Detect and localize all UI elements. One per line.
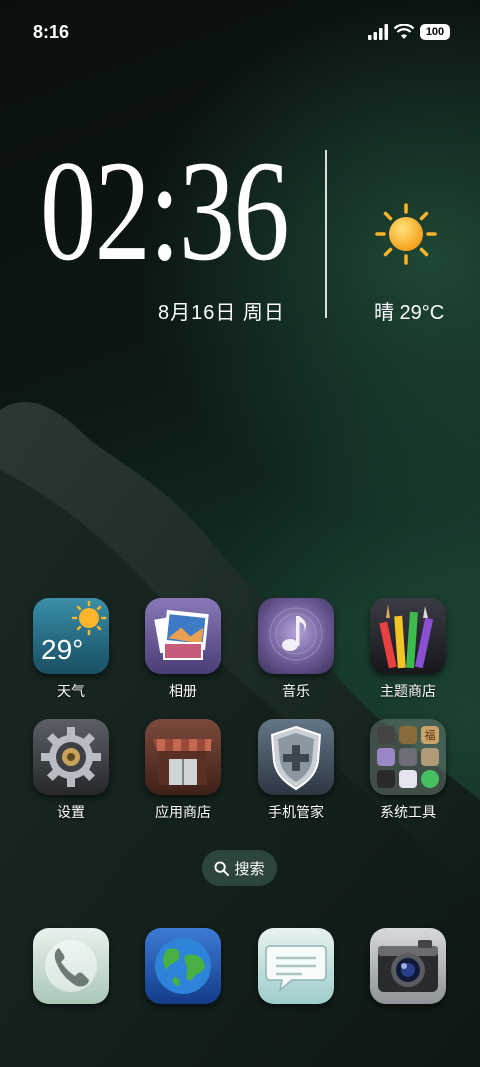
mini-app-icon <box>421 770 439 788</box>
app-app-store[interactable]: 应用商店 <box>127 719 239 822</box>
app-phone-manager[interactable]: 手机管家 <box>240 719 352 822</box>
mini-app-icon <box>377 726 395 744</box>
app-system-tools-folder[interactable]: 福 系统工具 <box>352 719 464 822</box>
search-label: 搜索 <box>234 859 265 878</box>
app-store-icon <box>145 719 221 795</box>
dock-phone[interactable] <box>15 928 127 1004</box>
mini-app-icon: 福 <box>421 726 439 744</box>
status-bar: 8:16 100 <box>0 0 480 68</box>
app-weather[interactable]: 29° 天气 <box>15 598 127 701</box>
widget-date: 8月16日 周日 <box>158 302 285 324</box>
signal-icon <box>368 24 388 40</box>
app-label: 系统工具 <box>380 805 436 821</box>
weather-icon: 29° <box>33 598 109 674</box>
messages-icon <box>258 928 334 1004</box>
sun-icon <box>375 203 437 265</box>
camera-icon <box>370 928 446 1004</box>
dock-camera[interactable] <box>352 928 464 1004</box>
app-theme-store[interactable]: 主题商店 <box>352 598 464 701</box>
mini-app-icon <box>399 726 417 744</box>
mini-app-icon <box>399 770 417 788</box>
widget-divider <box>325 150 327 318</box>
app-label: 设置 <box>57 805 85 821</box>
phone-icon <box>33 928 109 1004</box>
status-icons: 100 <box>368 24 450 40</box>
app-music[interactable]: 音乐 <box>240 598 352 701</box>
app-label: 音乐 <box>282 684 310 700</box>
battery-indicator: 100 <box>420 24 450 40</box>
status-time: 8:16 <box>33 22 70 42</box>
gear-icon <box>33 719 109 795</box>
dock-messages[interactable] <box>240 928 352 1004</box>
clock-weather-widget[interactable]: 02:36 8月16日 周日 晴 29°C <box>0 140 480 330</box>
mini-app-icon <box>377 770 395 788</box>
app-settings[interactable]: 设置 <box>15 719 127 822</box>
theme-store-icon <box>370 598 446 674</box>
search-icon <box>214 860 230 876</box>
shield-icon <box>258 719 334 795</box>
mini-app-icon <box>399 748 417 766</box>
search-button[interactable]: 搜索 <box>202 850 277 886</box>
app-label: 天气 <box>57 684 85 700</box>
app-photos[interactable]: 相册 <box>127 598 239 701</box>
app-label: 相册 <box>169 684 197 700</box>
wifi-icon <box>394 24 414 39</box>
folder-tag-text: 福 <box>424 729 436 742</box>
folder-icon: 福 <box>370 719 446 795</box>
widget-clock-time: 02:36 <box>40 132 290 291</box>
browser-globe-icon <box>145 928 221 1004</box>
photos-icon <box>145 598 221 674</box>
dock-browser[interactable] <box>127 928 239 1004</box>
mini-app-icon <box>377 748 395 766</box>
mini-app-icon <box>421 748 439 766</box>
app-label: 应用商店 <box>155 805 211 821</box>
app-label: 主题商店 <box>380 684 436 700</box>
weather-temp: 29° <box>41 634 84 665</box>
music-icon <box>258 598 334 674</box>
widget-weather-text: 晴 29°C <box>374 302 445 324</box>
app-label: 手机管家 <box>268 805 324 821</box>
